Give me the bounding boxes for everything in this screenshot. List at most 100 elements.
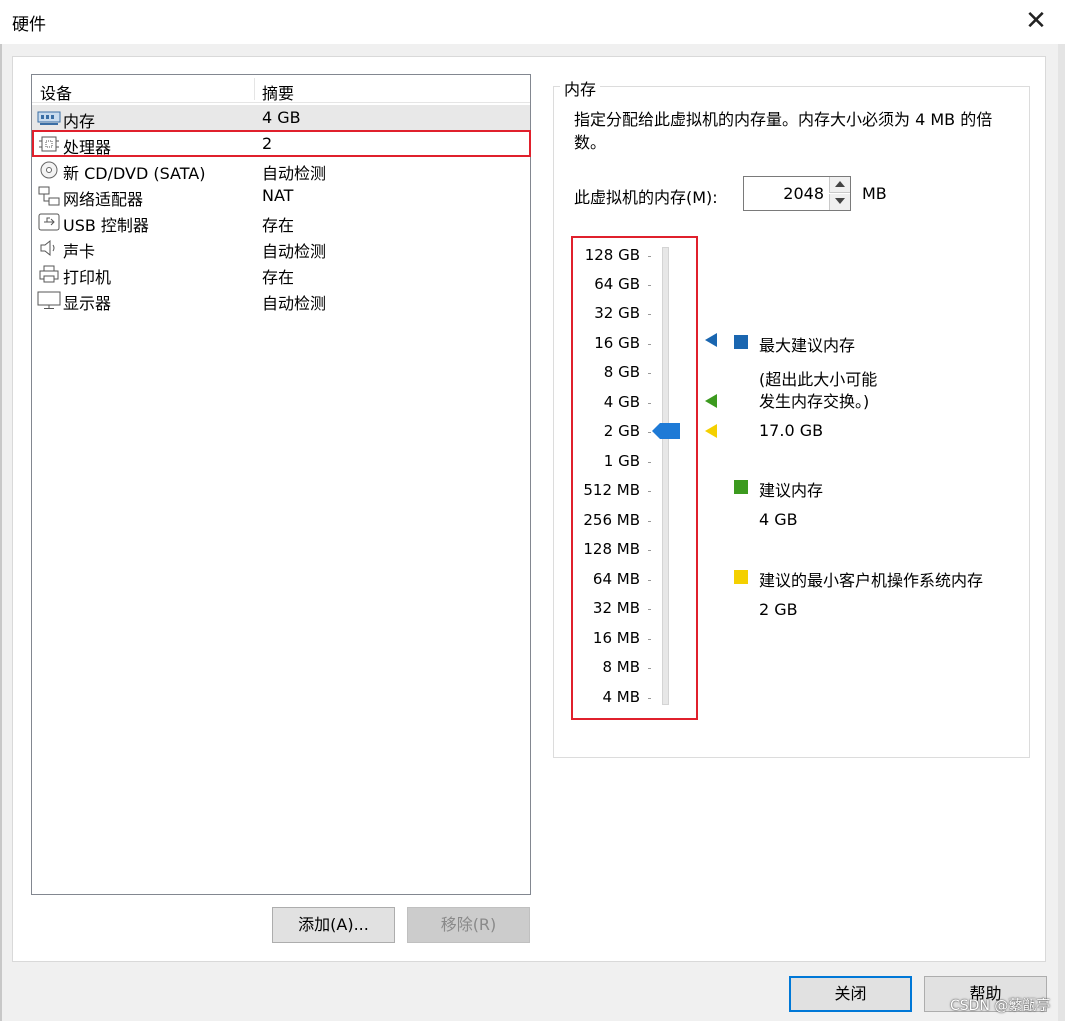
memory-input-label: 此虚拟机的内存(M): <box>574 188 718 207</box>
device-list[interactable]: 设备 摘要 内存 4 GB 处理器 2 新 CD/DVD (SATA) 自动检测… <box>31 74 531 895</box>
device-name: 打印机 <box>63 268 112 287</box>
memory-slider-thumb[interactable] <box>652 423 680 439</box>
slider-label: 16 GB <box>594 334 640 352</box>
device-summary: 4 GB <box>262 108 301 127</box>
slider-tick <box>648 580 651 581</box>
slider-label: 128 MB <box>583 540 640 558</box>
device-summary: 存在 <box>262 268 295 287</box>
max-legend-square <box>734 335 748 349</box>
slider-tick <box>648 314 651 315</box>
device-name: USB 控制器 <box>63 216 149 235</box>
memory-input[interactable] <box>746 179 826 208</box>
memory-unit: MB <box>862 184 887 203</box>
spin-up-button[interactable] <box>829 177 850 193</box>
slider-label: 8 GB <box>603 363 640 381</box>
slider-label: 512 MB <box>583 481 640 499</box>
close-button[interactable]: 关闭 <box>789 976 912 1012</box>
device-summary: NAT <box>262 186 294 205</box>
close-window-icon[interactable]: ✕ <box>1021 6 1051 36</box>
chevron-down-icon <box>835 198 845 204</box>
memory-spinbox[interactable] <box>743 176 851 211</box>
minimum-marker-icon <box>705 424 717 438</box>
slider-label: 32 GB <box>594 304 640 322</box>
title-bar: 硬件 ✕ <box>0 0 1065 44</box>
background-strip <box>1058 44 1065 1021</box>
minimum-legend-title: 建议的最小客户机操作系统内存 <box>759 571 984 590</box>
slider-tick <box>648 432 651 433</box>
device-name: 新 CD/DVD (SATA) <box>63 164 206 183</box>
slider-tick <box>648 550 651 551</box>
remove-button[interactable]: 移除(R) <box>407 907 530 943</box>
max-legend-note-2: 发生内存交换。) <box>759 392 870 411</box>
watermark: CSDN @蘩甑亭 <box>950 998 1051 1014</box>
slider-label: 32 MB <box>592 599 640 617</box>
slider-tick <box>648 521 651 522</box>
slider-label: 256 MB <box>583 511 640 529</box>
device-row-cd-dvd[interactable]: 新 CD/DVD (SATA) 自动检测 <box>32 157 530 183</box>
slider-label: 64 GB <box>594 275 640 293</box>
printer-icon <box>37 264 61 284</box>
device-name: 内存 <box>63 112 96 131</box>
slider-tick <box>648 698 651 699</box>
recommended-legend-title: 建议内存 <box>759 481 824 500</box>
column-separator[interactable] <box>254 78 255 100</box>
minimum-legend-square <box>734 570 748 584</box>
column-header-summary[interactable]: 摘要 <box>262 80 294 104</box>
network-adapter-icon <box>37 186 61 206</box>
slider-label: 2 GB <box>603 422 640 440</box>
slider-label: 1 GB <box>603 452 640 470</box>
device-row-display[interactable]: 显示器 自动检测 <box>32 287 530 313</box>
slider-tick <box>648 344 651 345</box>
max-marker-icon <box>705 333 717 347</box>
minimum-legend-value: 2 GB <box>759 600 798 619</box>
slider-label: 16 MB <box>592 629 640 647</box>
slider-tick <box>648 462 651 463</box>
display-icon <box>37 290 61 310</box>
slider-tick <box>648 403 651 404</box>
cd-dvd-icon <box>37 160 61 180</box>
device-row-network-adapter[interactable]: 网络适配器 NAT <box>32 183 530 209</box>
slider-label: 64 MB <box>592 570 640 588</box>
processor-highlight-box <box>32 130 531 157</box>
column-header-device[interactable]: 设备 <box>40 80 72 104</box>
slider-tick <box>648 609 651 610</box>
usb-icon <box>37 212 61 232</box>
device-row-printer[interactable]: 打印机 存在 <box>32 261 530 287</box>
window-edge <box>0 44 2 1021</box>
recommended-marker-icon <box>705 394 717 408</box>
device-row-usb[interactable]: USB 控制器 存在 <box>32 209 530 235</box>
slider-tick <box>648 285 651 286</box>
window-title: 硬件 <box>12 15 46 35</box>
slider-label: 4 GB <box>603 393 640 411</box>
slider-label: 8 MB <box>602 658 640 676</box>
device-name: 声卡 <box>63 242 96 261</box>
device-summary: 自动检测 <box>262 242 327 261</box>
slider-tick <box>648 373 651 374</box>
chevron-up-icon <box>835 181 845 187</box>
slider-label: 128 GB <box>584 246 640 264</box>
sound-card-icon <box>37 238 61 258</box>
memory-icon <box>37 108 61 128</box>
add-button[interactable]: 添加(A)... <box>272 907 395 943</box>
slider-tick <box>648 491 651 492</box>
device-row-sound-card[interactable]: 声卡 自动检测 <box>32 235 530 261</box>
device-summary: 自动检测 <box>262 294 327 313</box>
slider-tick <box>648 256 651 257</box>
recommended-legend-square <box>734 480 748 494</box>
device-name: 网络适配器 <box>63 190 144 209</box>
max-legend-title: 最大建议内存 <box>759 336 856 355</box>
device-row-memory[interactable]: 内存 4 GB <box>32 105 530 131</box>
memory-slider-track[interactable] <box>662 247 669 705</box>
device-name: 显示器 <box>63 294 112 313</box>
slider-tick <box>648 639 651 640</box>
recommended-legend-value: 4 GB <box>759 510 798 529</box>
slider-label: 4 MB <box>602 688 640 706</box>
max-legend-value: 17.0 GB <box>759 421 824 440</box>
memory-description: 指定分配给此虚拟机的内存量。内存大小必须为 4 MB 的倍数。 <box>574 110 993 152</box>
spin-down-button[interactable] <box>829 194 850 210</box>
list-header: 设备 摘要 <box>32 75 530 103</box>
slider-tick <box>648 668 651 669</box>
device-summary: 存在 <box>262 216 295 235</box>
max-legend-note-1: (超出此大小可能 <box>759 370 878 389</box>
device-summary: 自动检测 <box>262 164 327 183</box>
